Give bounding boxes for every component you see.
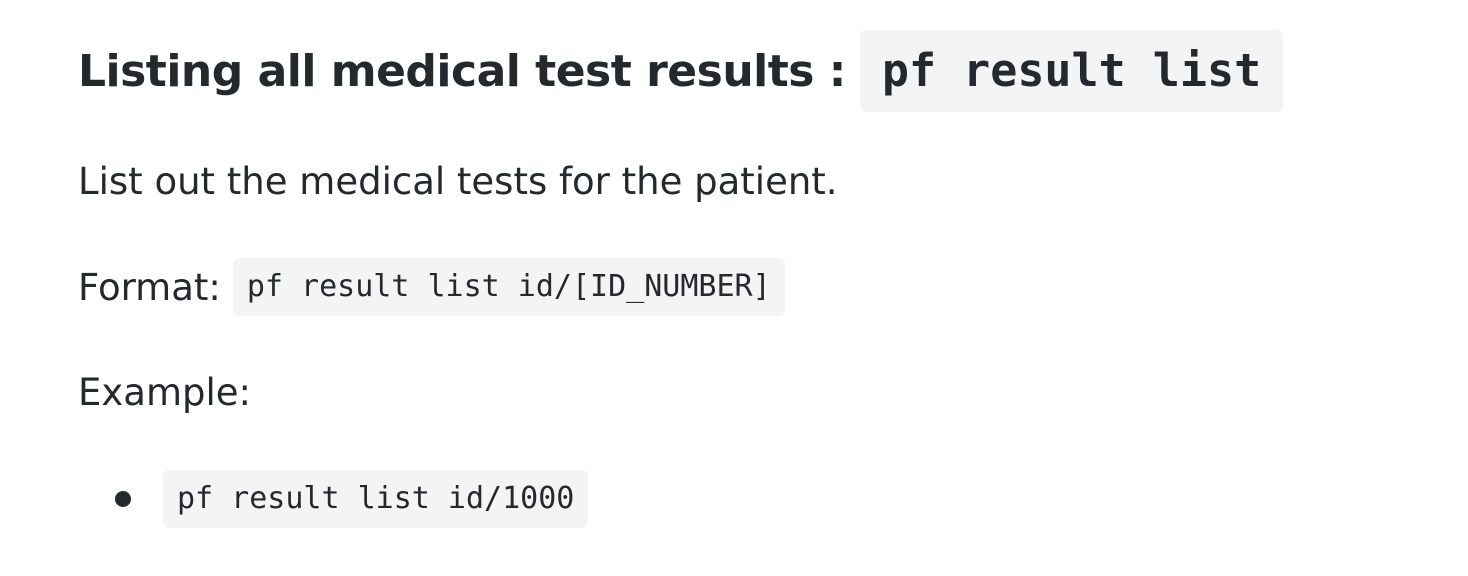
format-line: Format: pf result list id/[ID_NUMBER] (78, 258, 785, 316)
example-list: pf result list id/1000 (78, 470, 589, 528)
format-command: pf result list id/[ID_NUMBER] (232, 258, 785, 316)
bullet-icon (115, 491, 131, 507)
section-heading: Listing all medical test results : pf re… (78, 30, 1284, 112)
example-command: pf result list id/1000 (163, 470, 589, 528)
section-heading-command: pf result list (859, 30, 1284, 112)
description-text: List out the medical tests for the patie… (78, 159, 838, 203)
format-label: Format: (78, 265, 221, 309)
list-item: pf result list id/1000 (78, 470, 589, 528)
section-heading-text: Listing all medical test results : (78, 45, 846, 97)
example-label: Example: (78, 370, 251, 414)
